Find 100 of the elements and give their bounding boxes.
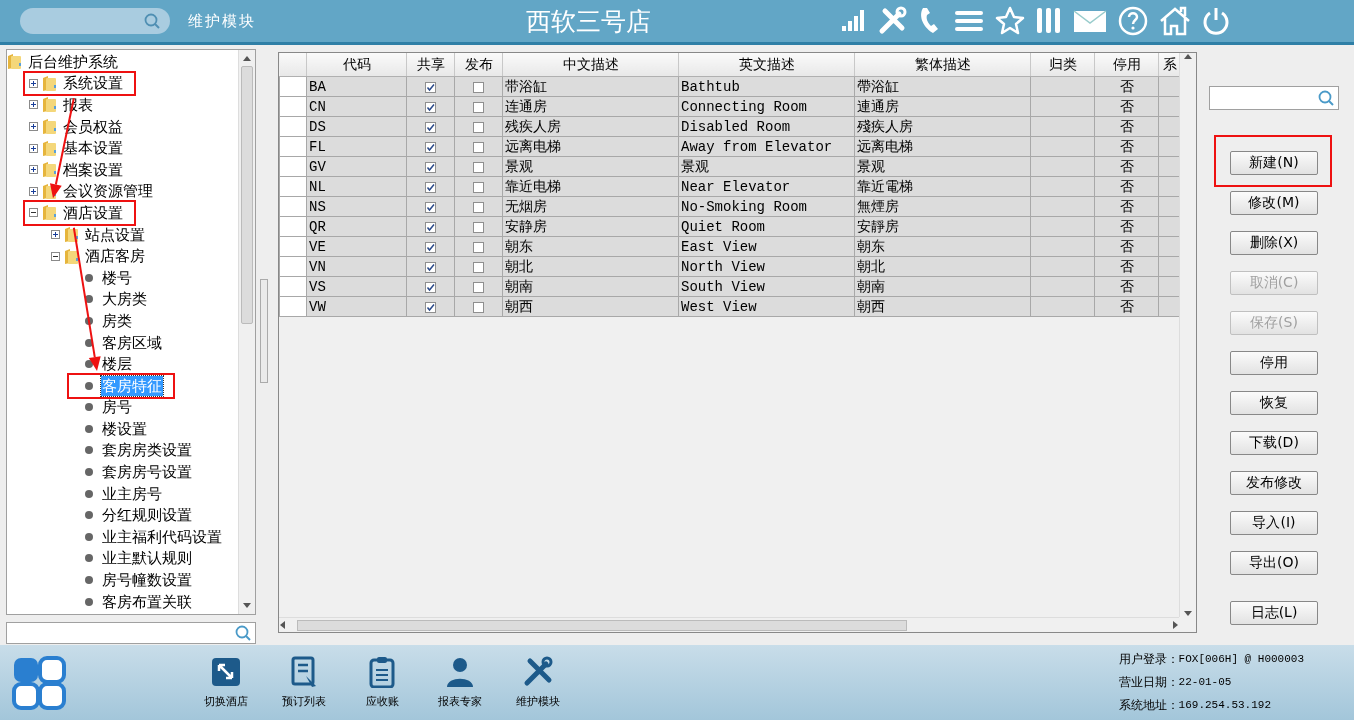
checkbox[interactable] [425,162,436,173]
taskbar-button[interactable]: 报表专家 [430,656,490,709]
checkbox[interactable] [425,142,436,153]
action-button[interactable]: 导出(O) [1230,551,1318,575]
tree-item[interactable]: 楼层 [101,354,133,375]
power-icon[interactable] [1201,6,1231,36]
checkbox[interactable] [473,282,484,293]
tree-item[interactable]: 业主房号 [101,483,163,504]
search-icon[interactable] [1318,90,1334,106]
home-icon[interactable] [1159,6,1191,36]
expand-icon[interactable] [30,166,37,174]
action-button[interactable]: 修改(M) [1230,191,1318,215]
scroll-down-icon[interactable] [1184,611,1192,617]
checkbox[interactable] [473,222,484,233]
checkbox[interactable] [425,202,436,213]
column-header[interactable]: 繁体描述 [854,53,1031,77]
checkbox[interactable] [473,162,484,173]
expand-icon[interactable] [30,144,37,152]
tree-item[interactable]: 站点设置 [84,224,146,245]
expand-icon[interactable] [30,101,37,109]
checkbox[interactable] [425,242,436,253]
checkbox[interactable] [473,102,484,113]
column-header[interactable]: 代码 [306,53,407,77]
tree-item[interactable]: 会议资源管理 [62,181,154,202]
column-header[interactable]: 共享 [406,53,455,77]
tree-item[interactable]: 楼号 [101,267,133,288]
tree-item[interactable]: 楼设置 [101,418,148,439]
column-header[interactable]: 归类 [1030,53,1095,77]
tree-item[interactable]: 大房类 [101,289,148,310]
tree-item[interactable]: 客房布置关联 [101,591,193,612]
scroll-right-icon[interactable] [1173,621,1179,629]
tree-item[interactable]: 档案设置 [62,159,124,180]
scroll-up-icon[interactable] [243,55,251,61]
search-field[interactable] [1209,86,1339,110]
tools-icon[interactable] [877,6,907,36]
search-field[interactable] [6,622,256,644]
tree-item[interactable]: 系统设置 [62,73,124,94]
checkbox[interactable] [473,202,484,213]
action-button[interactable]: 导入(I) [1230,511,1318,535]
checkbox[interactable] [473,302,484,313]
tree-item[interactable]: 套房房类设置 [101,440,193,461]
tree-item[interactable]: 酒店客房 [84,246,146,267]
person-icon[interactable] [444,656,476,688]
tree-item[interactable]: 客房区域 [101,332,163,353]
taskbar-button[interactable]: 维护模块 [508,656,568,709]
action-button[interactable]: 恢复 [1230,391,1318,415]
checkbox[interactable] [473,142,484,153]
action-button[interactable]: 新建(N) [1230,151,1318,175]
search-field[interactable] [20,8,170,34]
taskbar-button[interactable]: 应收账 [352,656,412,709]
splitter-handle[interactable] [260,279,268,383]
checkbox[interactable] [425,122,436,133]
tree-item[interactable]: 业主福利代码设置 [101,526,223,547]
tree-item[interactable]: 房号幢数设置 [101,570,193,591]
tree-item[interactable]: 后台维护系统 [27,51,119,72]
column-header[interactable]: 中文描述 [502,53,679,77]
action-button[interactable]: 下载(D) [1230,431,1318,455]
checkbox[interactable] [425,102,436,113]
checkbox[interactable] [425,182,436,193]
expand-icon[interactable] [30,79,37,87]
tree-item[interactable]: 房类 [101,310,133,331]
expand-icon[interactable] [30,187,37,195]
help-icon[interactable] [1117,6,1149,36]
checkbox[interactable] [473,182,484,193]
checkbox[interactable] [425,82,436,93]
taskbar-button[interactable]: 预订列表 [274,656,334,709]
scroll-left-icon[interactable] [279,621,285,629]
tree-item[interactable]: 酒店设置 [62,202,124,223]
column-header[interactable]: 英文描述 [678,53,855,77]
checkbox[interactable] [425,222,436,233]
checkbox[interactable] [425,302,436,313]
scroll-down-icon[interactable] [243,603,251,609]
action-button[interactable]: 日志(L) [1230,601,1318,625]
taskbar-button[interactable]: 切换酒店 [196,656,256,709]
action-button[interactable]: 发布修改 [1230,471,1318,495]
columns-icon[interactable] [1035,6,1063,36]
tree-item[interactable]: 业主默认规则 [101,548,193,569]
column-header[interactable]: 停用 [1094,53,1159,77]
checkbox[interactable] [425,262,436,273]
checkbox[interactable] [473,122,484,133]
scrollbar[interactable] [279,617,1179,632]
arrows-icon[interactable] [210,656,242,688]
tree-item[interactable]: 基本设置 [62,138,124,159]
scrollbar[interactable] [238,50,255,614]
tree-item[interactable]: 分红规则设置 [101,505,193,526]
star-icon[interactable] [995,6,1025,36]
search-icon[interactable] [235,625,251,641]
column-header[interactable]: 发布 [454,53,503,77]
scroll-up-icon[interactable] [1184,53,1192,59]
checkbox[interactable] [473,82,484,93]
checkbox[interactable] [473,242,484,253]
checkbox[interactable] [425,282,436,293]
tree-item[interactable]: 套房房号设置 [101,462,193,483]
action-button[interactable]: 停用 [1230,351,1318,375]
column-header[interactable]: 系 [1158,53,1179,77]
expand-icon[interactable] [30,123,37,131]
expand-icon[interactable] [52,231,59,239]
tools-icon[interactable] [522,656,554,688]
tree-item[interactable]: 房号 [101,397,133,418]
action-button[interactable]: 删除(X) [1230,231,1318,255]
